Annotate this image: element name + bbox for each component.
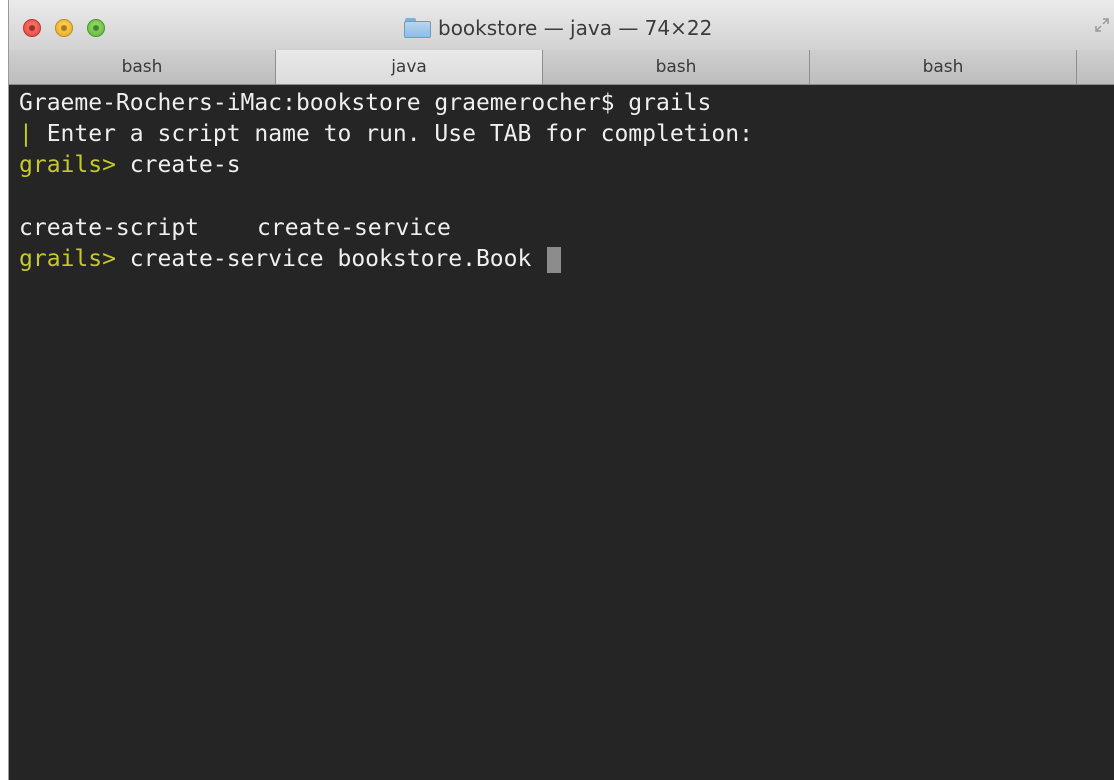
minimize-button[interactable] [55,19,73,37]
grails-prompt: grails> [19,152,116,178]
tab-bash-1[interactable]: bash [9,50,276,84]
terminal-line: grails> create-service bookstore.Book [19,244,562,274]
tab-bash-3[interactable]: bash [810,50,1077,84]
terminal-line: Graeme-Rochers-iMac:bookstore graemeroch… [19,88,711,118]
completion-option: create-script [19,215,200,241]
close-icon [29,25,35,31]
terminal-line: create-script create-service [19,213,451,243]
info-text: Enter a script name to run. Use TAB for … [32,121,753,147]
grails-prompt: grails> [19,246,116,272]
terminal-window: bookstore — java — 74×22 bash java bash … [8,0,1114,780]
window-title: bookstore — java — 74×22 [404,15,712,41]
tab-label: bash [121,57,163,77]
tab-bar: bash java bash bash [9,50,1114,85]
window-title-text: bookstore — java — 74×22 [438,16,713,40]
zoom-button[interactable] [87,19,105,37]
tab-label: bash [655,57,697,77]
folder-icon [404,17,432,39]
close-button[interactable] [23,19,41,37]
zoom-icon [93,25,99,31]
tab-label: bash [922,57,964,77]
terminal-line: grails> create-s [19,150,241,180]
shell-command-line: Graeme-Rochers-iMac:bookstore graemeroch… [19,90,712,116]
text-cursor [547,246,562,273]
prompt-input-text: create-service bookstore.Book [115,246,546,272]
tab-java[interactable]: java [276,50,543,84]
completion-option: create-service [257,215,451,241]
tab-label: java [391,57,427,77]
terminal-output[interactable]: Graeme-Rochers-iMac:bookstore graemeroch… [9,85,1114,780]
terminal-line: | Enter a script name to run. Use TAB fo… [19,119,753,149]
fullscreen-icon[interactable] [1095,18,1109,32]
tab-bash-2[interactable]: bash [543,50,810,84]
prompt-input-text: create-s [115,152,241,178]
minimize-icon [61,25,67,31]
info-marker: | [19,121,33,147]
title-bar[interactable]: bookstore — java — 74×22 [9,0,1114,51]
